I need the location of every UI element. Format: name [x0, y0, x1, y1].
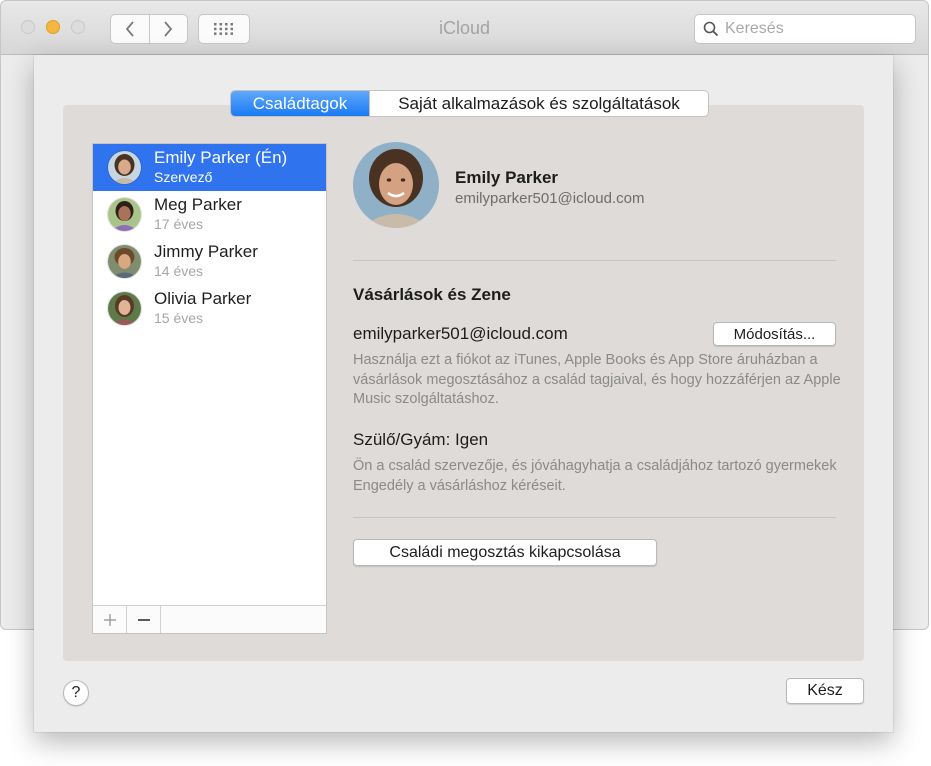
- avatar: [108, 151, 141, 184]
- help-button[interactable]: ?: [63, 680, 89, 706]
- purchases-description: Használja ezt a fiókot az iTunes, Apple …: [353, 352, 841, 407]
- member-age: 15 éves: [154, 310, 204, 326]
- tab-my-apps-services[interactable]: Saját alkalmazások és szolgáltatások: [369, 91, 708, 116]
- minus-icon: [137, 618, 150, 621]
- profile-name: Emily Parker: [455, 168, 559, 187]
- member-age: 17 éves: [154, 216, 204, 232]
- plus-icon: [103, 613, 116, 626]
- member-name: Jimmy Parker: [154, 242, 258, 261]
- member-item-emily[interactable]: Emily Parker (Én) Szervező: [93, 144, 326, 191]
- profile-photo: [353, 142, 439, 228]
- disable-family-sharing-button[interactable]: Családi megosztás kikapcsolása: [353, 539, 657, 566]
- title-bar: iCloud: [1, 1, 928, 55]
- guardian-status: Szülő/Gyám: Igen: [353, 430, 489, 449]
- member-item-jimmy[interactable]: Jimmy Parker 14 éves: [93, 238, 326, 285]
- avatar: [108, 245, 141, 278]
- member-role: Szervező: [154, 169, 213, 185]
- tab-bar: Családtagok Saját alkalmazások és szolgá…: [230, 90, 709, 117]
- add-member-button[interactable]: [93, 606, 127, 633]
- divider: [353, 517, 836, 518]
- member-name: Olivia Parker: [154, 289, 252, 308]
- content-panel: Emily Parker (Én) Szervező Meg Parker 17…: [63, 105, 864, 661]
- member-age: 14 éves: [154, 263, 204, 279]
- member-name: Meg Parker: [154, 195, 242, 214]
- member-item-meg[interactable]: Meg Parker 17 éves: [93, 191, 326, 238]
- family-member-list: Emily Parker (Én) Szervező Meg Parker 17…: [92, 143, 327, 634]
- list-footer: [93, 605, 326, 633]
- search-field[interactable]: [694, 14, 916, 44]
- guardian-description: Ön a család szervezője, és jóváhagyhatja…: [353, 458, 837, 494]
- avatar: [108, 292, 141, 325]
- member-item-olivia[interactable]: Olivia Parker 15 éves: [93, 285, 326, 332]
- avatar: [108, 198, 141, 231]
- purchase-account: emilyparker501@icloud.com: [353, 324, 568, 343]
- done-button[interactable]: Kész: [786, 678, 864, 704]
- search-input[interactable]: [725, 20, 895, 38]
- family-sharing-sheet: Családtagok Saját alkalmazások és szolgá…: [34, 55, 893, 732]
- profile-email: emilyparker501@icloud.com: [455, 190, 645, 207]
- remove-member-button[interactable]: [127, 606, 161, 633]
- tab-family-members[interactable]: Családtagok: [231, 91, 369, 116]
- member-name: Emily Parker (Én): [154, 148, 288, 167]
- divider: [353, 260, 836, 261]
- search-icon: [703, 21, 719, 37]
- purchases-section-title: Vásárlások és Zene: [353, 285, 511, 304]
- modify-button[interactable]: Módosítás...: [713, 322, 836, 346]
